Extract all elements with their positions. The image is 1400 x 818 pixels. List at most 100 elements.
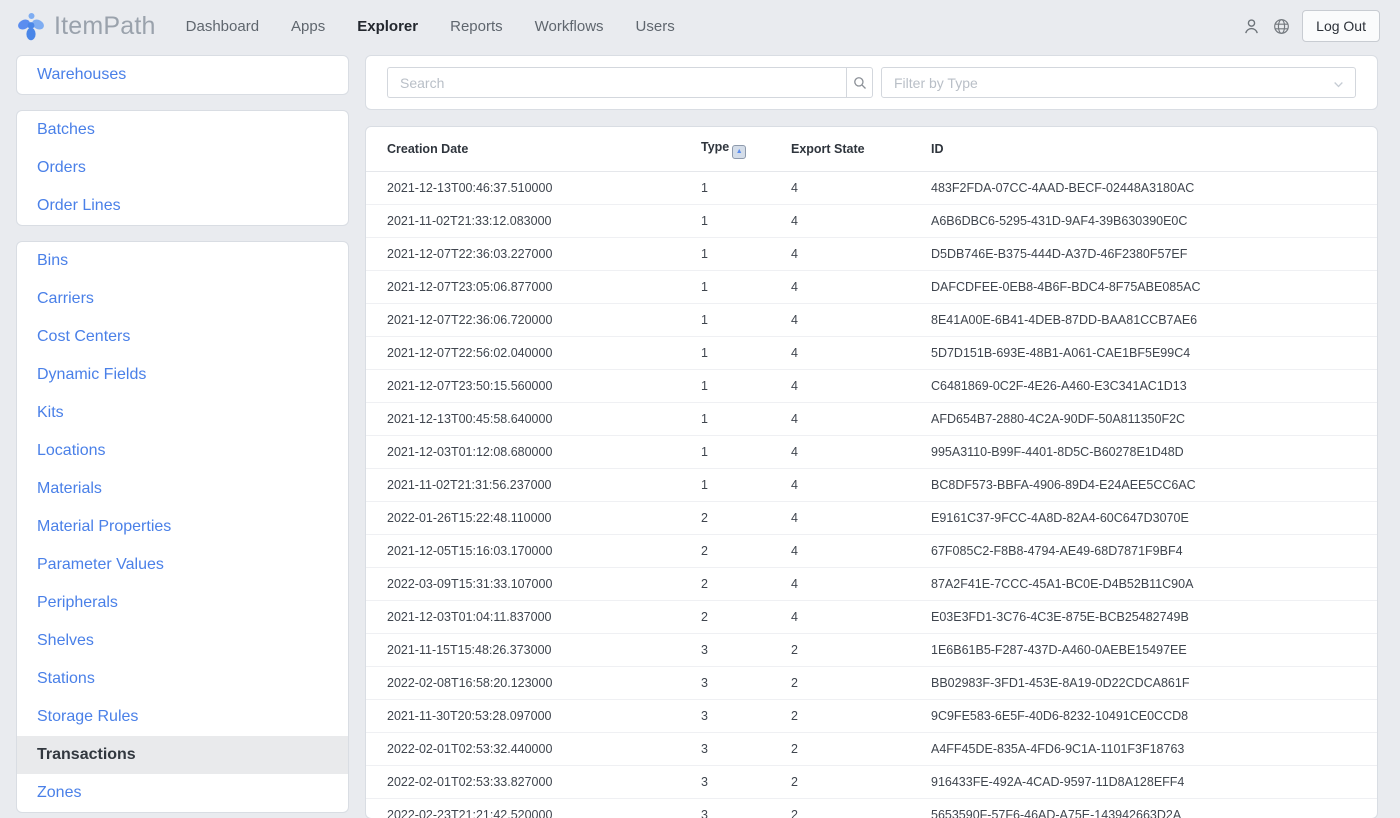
cell-type: 2	[701, 567, 791, 601]
cell-export-state: 2	[791, 732, 931, 766]
cell-id: 995A3110-B99F-4401-8D5C-B60278E1D48D	[931, 435, 1377, 469]
nav-item-explorer[interactable]: Explorer	[357, 18, 418, 35]
table-row[interactable]: 2022-01-26T15:22:48.110000 2 4 E9161C37-9FC…	[366, 501, 1377, 535]
sidebar: Warehouses Batches Orders Order Lines Bins Ca…	[16, 55, 349, 813]
table-row[interactable]: 2022-03-09T15:31:33.107000 2 4 87A2F41E-7CC…	[366, 567, 1377, 601]
sidebar-item-storage-rules[interactable]: Storage Rules	[17, 698, 348, 736]
logout-button[interactable]: Log Out	[1302, 10, 1380, 42]
nav-item-apps[interactable]: Apps	[291, 18, 325, 35]
sidebar-item-stations[interactable]: Stations	[17, 660, 348, 698]
cell-type: 1	[701, 468, 791, 502]
sidebar-item-order-lines[interactable]: Order Lines	[17, 187, 348, 225]
cell-creation-date: 2022-02-08T16:58:20.123000	[366, 666, 701, 700]
cell-creation-date: 2022-02-01T02:53:32.440000	[366, 732, 701, 766]
sidebar-item-transactions[interactable]: Transactions	[17, 736, 348, 774]
sidebar-item-locations[interactable]: Locations	[17, 432, 348, 470]
sidebar-item-carriers[interactable]: Carriers	[17, 280, 348, 318]
sidebar-group-2: Batches Orders Order Lines	[16, 110, 349, 226]
cell-creation-date: 2021-12-07T22:56:02.040000	[366, 336, 701, 370]
cell-id: 5653590F-57F6-46AD-A75E-143942663D2A	[931, 798, 1377, 818]
table-row[interactable]: 2021-12-07T22:36:06.720000 1 4 8E41A00E-6B4…	[366, 303, 1377, 337]
sidebar-item-zones[interactable]: Zones	[17, 774, 348, 812]
filter-by-type-select[interactable]: Filter by Type	[881, 67, 1356, 98]
table-row[interactable]: 2021-11-02T21:33:12.083000 1 4 A6B6DBC6-529…	[366, 204, 1377, 238]
cell-id: BC8DF573-BBFA-4906-89D4-E24AEE5CC6AC	[931, 468, 1377, 502]
globe-icon[interactable]	[1272, 17, 1290, 35]
table-header-row: Creation Date Type ▲ Export State ID	[366, 127, 1377, 172]
cell-creation-date: 2021-12-07T23:05:06.877000	[366, 270, 701, 304]
column-header-type[interactable]: Type ▲	[701, 127, 791, 172]
sidebar-group-3: Bins Carriers Cost Centers Dynamic Fields Ki…	[16, 241, 349, 813]
table-row[interactable]: 2021-12-07T23:50:15.560000 1 4 C6481869-0C2…	[366, 369, 1377, 403]
search-button[interactable]	[846, 67, 873, 98]
table-row[interactable]: 2021-12-07T22:36:03.227000 1 4 D5DB746E-B37…	[366, 237, 1377, 271]
table-row[interactable]: 2021-12-03T01:04:11.837000 2 4 E03E3FD1-3C7…	[366, 600, 1377, 634]
cell-creation-date: 2021-12-03T01:04:11.837000	[366, 600, 701, 634]
sort-asc-icon[interactable]: ▲	[732, 144, 747, 159]
main-content: Filter by Type Creation DateType▲Export …	[365, 55, 1378, 818]
cell-export-state: 4	[791, 402, 931, 436]
sidebar-item-material-properties[interactable]: Material Properties	[17, 508, 348, 546]
sidebar-item-dynamic-fields[interactable]: Dynamic Fields	[17, 356, 348, 394]
chevron-down-icon	[1333, 77, 1344, 93]
cell-export-state: 4	[791, 303, 931, 337]
itempath-logo-icon	[16, 11, 46, 41]
table-row[interactable]: 2021-12-07T22:56:02.040000 1 4 5D7D151B-693…	[366, 336, 1377, 370]
table-row[interactable]: 2021-12-07T23:05:06.877000 1 4 DAFCDFEE-0EB…	[366, 270, 1377, 304]
table-row[interactable]: 2021-11-15T15:48:26.373000 3 2 1E6B61B5-F28…	[366, 633, 1377, 667]
cell-creation-date: 2021-11-02T21:31:56.237000	[366, 468, 701, 502]
column-header-creation-date[interactable]: Creation Date	[366, 127, 701, 172]
nav-item-dashboard[interactable]: Dashboard	[186, 18, 259, 35]
cell-type: 1	[701, 237, 791, 271]
search-input[interactable]	[387, 67, 846, 98]
sidebar-item-peripherals[interactable]: Peripherals	[17, 584, 348, 622]
sidebar-item-shelves[interactable]: Shelves	[17, 622, 348, 660]
table-row[interactable]: 2021-11-02T21:31:56.237000 1 4 BC8DF573-BBF…	[366, 468, 1377, 502]
cell-id: 67F085C2-F8B8-4794-AE49-68D7871F9BF4	[931, 534, 1377, 568]
table-row[interactable]: 2021-12-13T00:45:58.640000 1 4 AFD654B7-288…	[366, 402, 1377, 436]
nav-item-reports[interactable]: Reports	[450, 18, 503, 35]
column-header-export-state[interactable]: Export State	[791, 127, 931, 172]
sidebar-item-parameter-values[interactable]: Parameter Values	[17, 546, 348, 584]
cell-type: 1	[701, 369, 791, 403]
sidebar-item-warehouses[interactable]: Warehouses	[17, 56, 348, 94]
cell-type: 1	[701, 270, 791, 304]
table-row[interactable]: 2021-11-30T20:53:28.097000 3 2 9C9FE583-6E5…	[366, 699, 1377, 733]
table-row[interactable]: 2022-02-01T02:53:33.827000 3 2 916433FE-492…	[366, 765, 1377, 799]
cell-export-state: 4	[791, 600, 931, 634]
sidebar-item-batches[interactable]: Batches	[17, 111, 348, 149]
column-header-id[interactable]: ID	[931, 127, 1377, 172]
sidebar-item-cost-centers[interactable]: Cost Centers	[17, 318, 348, 356]
cell-creation-date: 2021-12-07T23:50:15.560000	[366, 369, 701, 403]
cell-id: 483F2FDA-07CC-4AAD-BECF-02448A3180AC	[931, 171, 1377, 205]
sidebar-item-materials[interactable]: Materials	[17, 470, 348, 508]
sidebar-item-bins[interactable]: Bins	[17, 242, 348, 280]
cell-type: 3	[701, 732, 791, 766]
cell-export-state: 4	[791, 567, 931, 601]
cell-export-state: 4	[791, 534, 931, 568]
cell-type: 1	[701, 435, 791, 469]
search-group	[387, 67, 873, 98]
cell-id: DAFCDFEE-0EB8-4B6F-BDC4-8F75ABE085AC	[931, 270, 1377, 304]
table-row[interactable]: 2021-12-13T00:46:37.510000 1 4 483F2FDA-07C…	[366, 171, 1377, 205]
cell-export-state: 2	[791, 633, 931, 667]
cell-creation-date: 2021-12-13T00:45:58.640000	[366, 402, 701, 436]
user-icon[interactable]	[1242, 17, 1260, 35]
topbar-right: Log Out	[1242, 10, 1380, 42]
sidebar-item-orders[interactable]: Orders	[17, 149, 348, 187]
cell-id: 916433FE-492A-4CAD-9597-11D8A128EFF4	[931, 765, 1377, 799]
cell-type: 2	[701, 600, 791, 634]
cell-type: 2	[701, 501, 791, 535]
nav-item-users[interactable]: Users	[636, 18, 675, 35]
nav-item-workflows[interactable]: Workflows	[535, 18, 604, 35]
transactions-table: Creation Date Type ▲ Export State ID 2021-12…	[366, 127, 1377, 818]
table-row[interactable]: 2021-12-05T15:16:03.170000 2 4 67F085C2-F8B…	[366, 534, 1377, 568]
table-row[interactable]: 2022-02-01T02:53:32.440000 3 2 A4FF45DE-835…	[366, 732, 1377, 766]
table-row[interactable]: 2022-02-08T16:58:20.123000 3 2 BB02983F-3FD…	[366, 666, 1377, 700]
cell-id: A4FF45DE-835A-4FD6-9C1A-1101F3F18763	[931, 732, 1377, 766]
search-filter-bar: Filter by Type	[365, 55, 1378, 110]
table-row[interactable]: 2022-02-23T21:21:42.520000 3 2 5653590F-57F…	[366, 798, 1377, 818]
sidebar-item-kits[interactable]: Kits	[17, 394, 348, 432]
brand-logo[interactable]: ItemPath	[16, 11, 156, 41]
table-row[interactable]: 2021-12-03T01:12:08.680000 1 4 995A3110-B99…	[366, 435, 1377, 469]
